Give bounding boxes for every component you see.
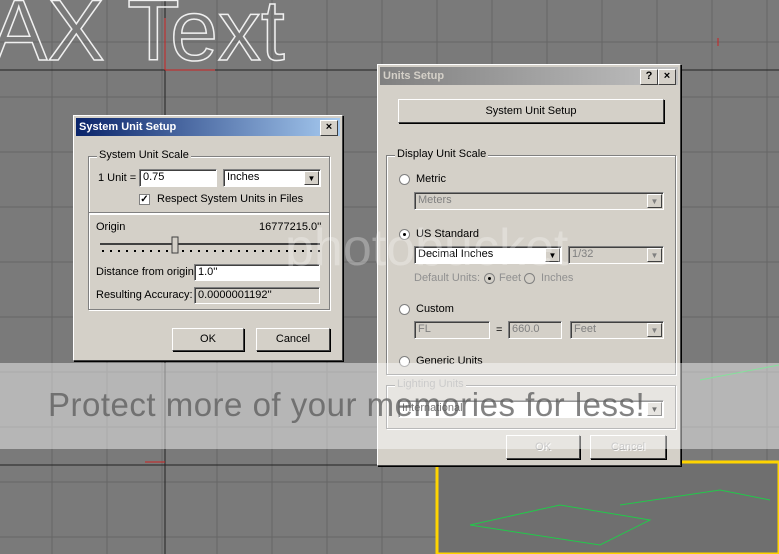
system-unit-setup-titlebar[interactable]: System Unit Setup ×: [76, 118, 340, 136]
close-icon[interactable]: ×: [658, 69, 676, 85]
custom-unit-dropdown[interactable]: Feet ▼: [570, 321, 664, 339]
display-unit-scale-label: Display Unit Scale: [395, 148, 489, 160]
system-unit-cancel-button[interactable]: Cancel: [256, 328, 330, 351]
help-icon[interactable]: ?: [640, 69, 658, 85]
origin-label: Origin: [96, 221, 126, 233]
accuracy-value: 0.0000001192'': [194, 287, 320, 304]
photobucket-watermark-logo: photobucket: [285, 219, 569, 277]
custom-equals: =: [496, 324, 503, 336]
respect-units-label: Respect System Units in Files: [157, 193, 304, 205]
custom-label: Custom: [416, 303, 454, 315]
unit-type-value: Inches: [227, 171, 260, 183]
chevron-down-icon[interactable]: ▼: [647, 248, 662, 262]
custom-name-input[interactable]: FL: [414, 321, 490, 339]
system-unit-setup-button[interactable]: System Unit Setup: [398, 99, 664, 123]
accuracy-label: Resulting Accuracy:: [96, 289, 193, 301]
unit-label: 1 Unit =: [98, 172, 137, 184]
respect-units-checkbox[interactable]: ✓: [139, 194, 150, 205]
close-icon[interactable]: ×: [320, 120, 338, 136]
units-setup-title: Units Setup: [383, 70, 445, 82]
custom-radio[interactable]: [399, 304, 410, 315]
system-unit-ok-button[interactable]: OK: [172, 328, 244, 351]
metric-dropdown[interactable]: Meters ▼: [414, 192, 664, 210]
custom-unit-value: Feet: [574, 323, 597, 335]
metric-value: Meters: [418, 194, 452, 206]
fraction-dropdown[interactable]: 1/32 ▼: [568, 246, 664, 264]
custom-value-input[interactable]: 660.0: [508, 321, 562, 339]
unit-type-dropdown[interactable]: Inches ▼: [223, 169, 321, 187]
viewport-text-object: AX Text: [0, 0, 285, 79]
distance-label: Distance from origin:: [96, 266, 197, 278]
unit-value-input[interactable]: 0.75: [139, 169, 217, 187]
units-setup-titlebar[interactable]: Units Setup ? ×: [380, 67, 678, 85]
system-unit-setup-title: System Unit Setup: [79, 121, 177, 133]
metric-label: Metric: [416, 173, 446, 185]
chevron-down-icon[interactable]: ▼: [647, 194, 662, 208]
chevron-down-icon[interactable]: ▼: [647, 323, 662, 337]
metric-radio[interactable]: [399, 174, 410, 185]
fraction-value: 1/32: [572, 248, 594, 260]
chevron-down-icon[interactable]: ▼: [304, 171, 319, 185]
system-unit-scale-label: System Unit Scale: [97, 149, 191, 161]
watermark-text: Protect more of your memories for less!: [48, 386, 646, 423]
